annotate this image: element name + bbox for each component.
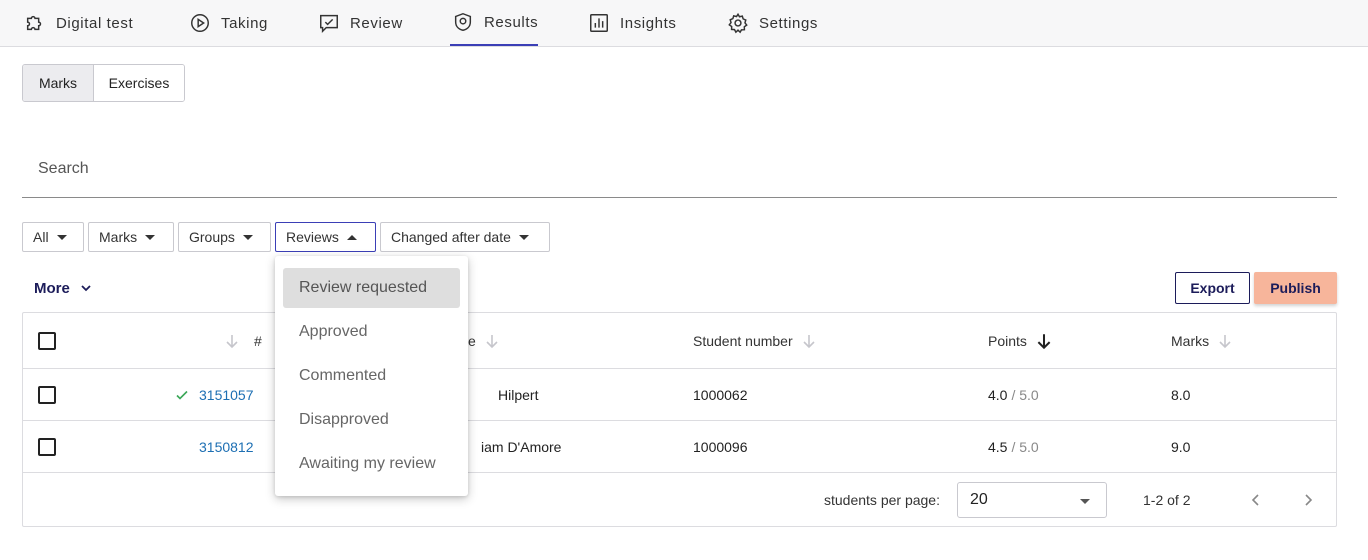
header-student-number[interactable]: Student number [693,313,817,368]
puzzle-icon [26,15,42,31]
header-label: Marks [1171,332,1210,349]
menu-item-awaiting-my-review[interactable]: Awaiting my review [283,444,460,484]
filter-label: Changed after date [391,229,511,245]
row-checkbox-cell [38,421,56,472]
filter-groups[interactable]: Groups [178,222,271,252]
nav-item-label: Insights [620,14,677,32]
search-field [22,143,1337,198]
more-label: More [34,279,70,297]
nav-item-results[interactable]: Results [450,0,538,46]
header-points[interactable]: Points [988,313,1053,368]
gear-icon [728,12,748,34]
caret-down-icon [1080,499,1090,504]
row-checkbox[interactable] [38,385,56,404]
student-name: iam D'Amore [481,438,562,455]
header-number[interactable]: # [224,313,262,368]
student-number: 1000096 [693,438,748,455]
caret-down-icon [242,234,253,240]
caret-up-icon [346,234,357,240]
menu-item-commented[interactable]: Commented [283,356,460,396]
header-marks[interactable]: Marks [1171,313,1233,368]
tab-exercises[interactable]: Exercises [94,65,184,101]
nav-item-settings[interactable]: Settings [725,0,820,46]
header-label: Points [988,332,1027,349]
select-all-checkbox-cell [38,313,56,368]
header-label: e [468,332,476,349]
bar-chart-icon [590,14,608,32]
reviews-dropdown-menu: Review requested Approved Commented Disa… [275,256,468,496]
header-label: Student number [693,332,793,349]
play-circle-icon [191,14,209,32]
sort-arrow-icon [486,334,498,348]
reviewed-check-cell [175,369,189,420]
per-page-label: students per page: [824,492,940,508]
points-value: 4.5 / 5.0 [988,421,1039,472]
filter-label: Reviews [286,229,339,245]
header-name[interactable]: e [468,313,500,368]
points-max: / 5.0 [1011,386,1039,403]
nav-item-digital-test[interactable]: Digital test [22,0,135,46]
nav-item-taking[interactable]: Taking [187,0,270,46]
mark-value: 9.0 [1171,438,1191,455]
student-id-link[interactable]: 3151057 [199,369,254,420]
table-header: # e Student number Points Marks [23,313,1336,369]
nav-item-label: Taking [221,14,268,32]
points-earned: 4.0 [988,386,1008,403]
student-number: 1000062 [693,386,748,403]
sort-arrow-icon [803,334,815,348]
shield-badge-icon [454,12,472,32]
sort-arrow-icon [226,334,238,348]
menu-item-approved[interactable]: Approved [283,312,460,352]
nav-item-label: Digital test [56,14,134,32]
export-button[interactable]: Export [1175,272,1250,304]
view-toggle: Marks Exercises [22,64,185,102]
search-input[interactable] [22,143,1337,195]
chevron-right-icon[interactable] [1299,491,1317,509]
caret-down-icon [145,234,156,240]
chevron-left-icon[interactable] [1247,491,1265,509]
top-navigation: Digital test Taking Review Results Insig… [0,0,1368,47]
filter-label: All [33,229,49,245]
results-table: # e Student number Points Marks 3151057 … [22,312,1337,527]
check-icon [176,390,188,400]
menu-item-disapproved[interactable]: Disapproved [283,400,460,440]
per-page-value: 20 [970,491,988,508]
sort-arrow-icon [1219,334,1231,348]
menu-item-review-requested[interactable]: Review requested [283,268,460,308]
filter-label: Groups [189,229,235,245]
student-name: Hilpert [498,386,539,403]
filter-changed-after-date[interactable]: Changed after date [380,222,550,252]
nav-item-label: Results [484,13,539,31]
nav-item-label: Settings [759,14,818,32]
per-page-select[interactable]: 20 [957,482,1107,518]
chevron-down-icon [81,285,91,292]
filter-reviews[interactable]: Reviews [275,222,376,252]
table-row[interactable]: 3151057 Hilpert 1000062 4.0 / 5.0 8.0 [23,369,1336,421]
caret-down-icon [518,234,529,240]
filter-marks[interactable]: Marks [88,222,174,252]
student-id-link[interactable]: 3150812 [199,421,254,472]
select-all-checkbox[interactable] [38,331,56,350]
more-button[interactable]: More [34,278,92,298]
table-pagination: students per page: 20 1-2 of 2 [23,473,1336,527]
tab-marks[interactable]: Marks [23,65,94,101]
points-value: 4.0 / 5.0 [988,369,1039,420]
pagination-range: 1-2 of 2 [1143,492,1191,508]
review-chat-icon [320,14,338,34]
filter-all[interactable]: All [22,222,84,252]
sort-arrow-active-icon [1037,333,1051,349]
nav-item-label: Review [350,14,403,32]
table-row[interactable]: 3150812 iam D'Amore 1000096 4.5 / 5.0 9.… [23,421,1336,473]
points-earned: 4.5 [988,438,1008,455]
caret-down-icon [56,234,67,240]
header-label: # [254,332,262,349]
nav-item-review[interactable]: Review [316,0,405,46]
row-checkbox-cell [38,369,56,420]
publish-button[interactable]: Publish [1254,272,1337,304]
filter-label: Marks [99,229,138,245]
mark-value: 8.0 [1171,386,1191,403]
row-checkbox[interactable] [38,437,56,456]
nav-item-insights[interactable]: Insights [586,0,679,46]
points-max: / 5.0 [1011,438,1039,455]
